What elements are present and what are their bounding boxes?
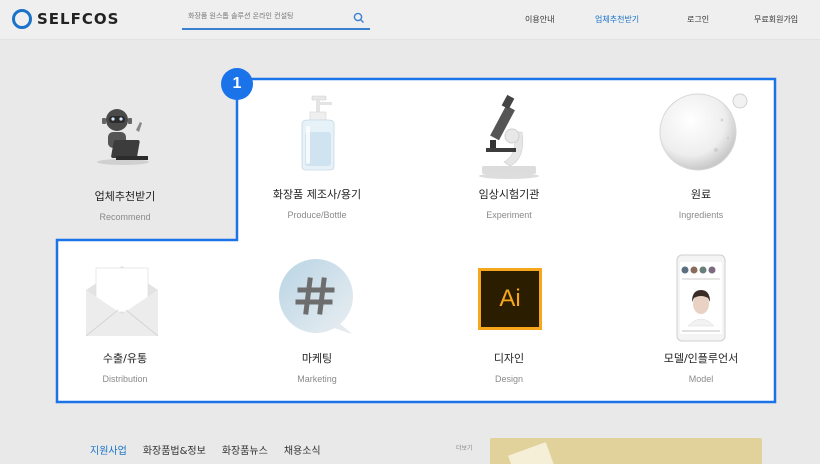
card-title: 디자인 (493, 352, 525, 365)
illustrator-text: Ai (499, 285, 521, 312)
logo-ring-icon (12, 9, 32, 29)
highlight-frame (55, 77, 777, 404)
pump-bottle-icon (301, 95, 335, 171)
step-badge: 1 (221, 68, 253, 100)
card-title: 화장품 제조사/용기 (272, 188, 362, 201)
nav-guide[interactable]: 이용안내 (525, 14, 554, 25)
card-title: 임상시험기관 (478, 188, 540, 201)
more-link[interactable]: 더보기 (456, 443, 473, 452)
card-subtitle: Experiment (486, 210, 532, 220)
card-subtitle: Design (494, 374, 523, 384)
card-recommend[interactable]: 업체추천받기 Recommend (50, 188, 200, 222)
illustrator-icon: Ai (478, 268, 542, 330)
card-title: 업체추천받기 (94, 190, 156, 203)
microscope-icon (479, 94, 539, 179)
card-produce-bottle[interactable]: 화장품 제조사/용기 Produce/Bottle (242, 186, 392, 220)
tab-support[interactable]: 지원사업 (90, 442, 127, 457)
card-subtitle: Marketing (297, 374, 337, 384)
card-ingredients[interactable]: 원료 Ingredients (626, 186, 776, 220)
card-title: 마케팅 (301, 352, 333, 365)
top-header: SELFCOS 이용안내 업체추천받기 로그인 무료회원가입 (0, 0, 820, 40)
tab-law-info[interactable]: 화장품법&정보 (143, 442, 206, 457)
info-tabs: 지원사업 화장품법&정보 화장품뉴스 채용소식 (90, 442, 337, 457)
hashtag-icon (279, 259, 353, 334)
card-title: 수출/유통 (102, 352, 148, 365)
promo-banner[interactable] (490, 438, 762, 464)
card-subtitle: Recommend (99, 212, 151, 222)
tab-recruit[interactable]: 채용소식 (284, 442, 321, 457)
nav-signup[interactable]: 무료회원가입 (754, 14, 798, 25)
card-subtitle: Model (688, 374, 714, 384)
card-marketing[interactable]: 마케팅 Marketing (242, 350, 392, 384)
search-input[interactable] (188, 12, 348, 20)
card-subtitle: Ingredients (678, 210, 724, 220)
selfcos-logo[interactable]: SELFCOS (12, 9, 119, 29)
card-title: 모델/인플루언서 (663, 352, 739, 365)
card-title: 원료 (690, 188, 712, 201)
robot-laptop-icon (97, 109, 149, 165)
tab-news[interactable]: 화장품뉴스 (222, 442, 268, 457)
envelope-icon (85, 266, 159, 337)
card-model[interactable]: 모델/인플루언서 Model (626, 350, 776, 384)
logo-text: SELFCOS (37, 10, 120, 28)
card-subtitle: Produce/Bottle (287, 210, 347, 220)
phone-model-icon (676, 254, 726, 342)
card-distribution[interactable]: 수출/유통 Distribution (50, 350, 200, 384)
card-design[interactable]: 디자인 Design (434, 350, 584, 384)
nav-recommend[interactable]: 업체추천받기 (595, 14, 639, 25)
nav-login[interactable]: 로그인 (687, 14, 709, 25)
card-subtitle: Distribution (102, 374, 148, 384)
gel-bubble-icon (659, 93, 748, 171)
search-icon[interactable] (352, 11, 366, 25)
banner-graphic (508, 442, 556, 464)
search-bar (182, 10, 370, 30)
card-experiment[interactable]: 임상시험기관 Experiment (434, 186, 584, 220)
